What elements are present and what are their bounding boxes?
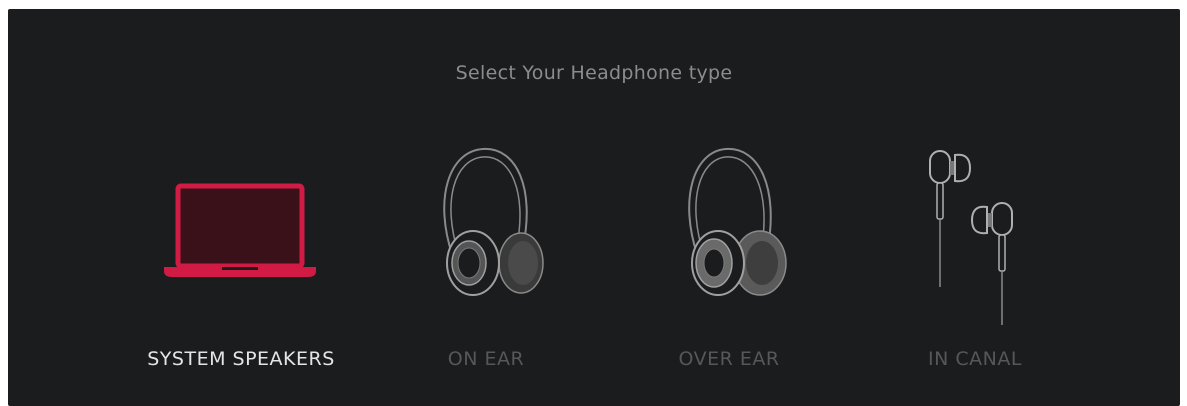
headphone-type-panel: Select Your Headphone type SYSTEM SPEAKE… [8, 9, 1180, 406]
option-in-canal[interactable]: IN CANAL [860, 139, 1090, 389]
page-title: Select Your Headphone type [455, 62, 733, 84]
option-label: IN CANAL [928, 348, 1022, 370]
over-ear-headphones-icon [688, 147, 787, 296]
option-system-speakers[interactable]: SYSTEM SPEAKERS [126, 139, 356, 389]
laptop-icon [164, 183, 316, 277]
option-on-ear[interactable]: ON EAR [371, 139, 601, 389]
option-over-ear[interactable]: OVER EAR [614, 139, 844, 389]
earbuds-icon [929, 150, 1013, 325]
option-label: ON EAR [447, 348, 525, 370]
option-label: OVER EAR [678, 348, 780, 370]
option-label: SYSTEM SPEAKERS [147, 348, 335, 370]
on-ear-headphones-icon [443, 147, 544, 296]
